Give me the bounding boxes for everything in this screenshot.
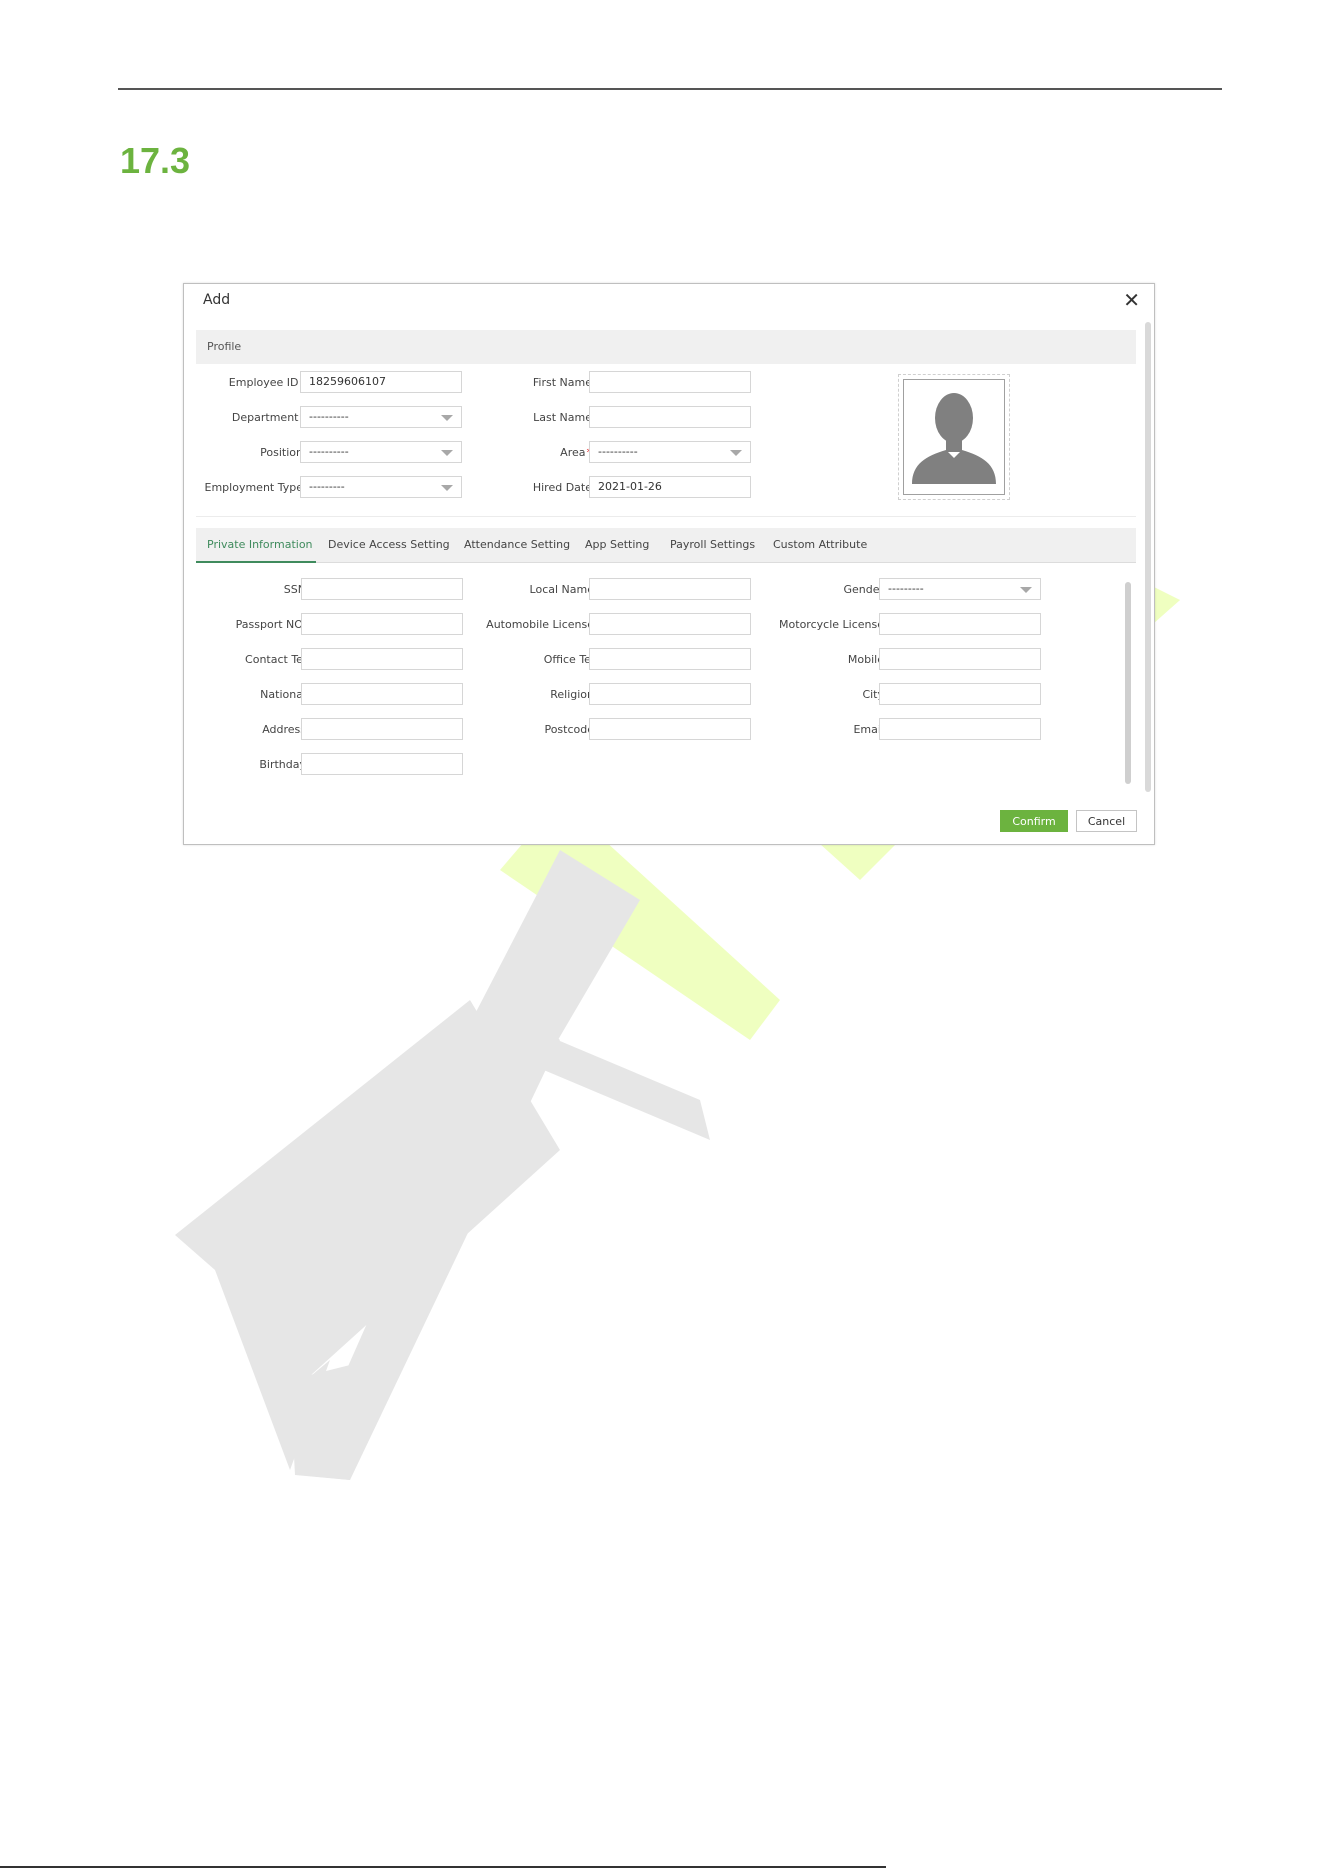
section-divider: [196, 516, 1136, 517]
footer-rule: [0, 1866, 886, 1868]
dialog-title: Add: [203, 292, 231, 308]
employment-type-label: Employment Type: [204, 481, 303, 494]
local-name-label: Local Name: [529, 583, 594, 596]
employee-id-label: Employee ID*: [229, 376, 305, 389]
dialog-scrollbar[interactable]: [1145, 322, 1151, 792]
address-label: Address: [262, 723, 306, 736]
photo-frame: [903, 379, 1005, 495]
confirm-button[interactable]: Confirm: [1000, 810, 1068, 832]
email-field[interactable]: [879, 718, 1041, 740]
dropdown-arrow-icon: [441, 415, 453, 421]
automobile-license-label: Automobile License: [486, 618, 594, 631]
hired-date-field[interactable]: 2021-01-26: [589, 476, 751, 498]
hired-date-label: Hired Date: [532, 481, 592, 494]
automobile-license-field[interactable]: [589, 613, 751, 635]
dropdown-arrow-icon: [1020, 587, 1032, 593]
tab-content-scrollbar[interactable]: [1125, 582, 1131, 784]
close-icon[interactable]: ✕: [1123, 290, 1140, 310]
employment-type-select[interactable]: ---------: [300, 476, 462, 498]
last-name-field[interactable]: [589, 406, 751, 428]
contact-tel-label: Contact Tel: [245, 653, 306, 666]
last-name-label: Last Name: [533, 411, 592, 424]
department-select[interactable]: ----------: [300, 406, 462, 428]
office-tel-label: Office Tel: [543, 653, 594, 666]
birthday-field[interactable]: [301, 753, 463, 775]
tab-custom-attribute[interactable]: Custom Attribute: [773, 538, 867, 551]
passport-label: Passport NO.: [235, 618, 306, 631]
gender-label: Gender: [843, 583, 884, 596]
active-tab-indicator: [196, 561, 316, 563]
local-name-field[interactable]: [589, 578, 751, 600]
religion-label: Religion: [550, 688, 594, 701]
section-number: 17.3: [120, 140, 191, 181]
office-tel-field[interactable]: [589, 648, 751, 670]
tab-private-information[interactable]: Private Information: [207, 538, 313, 551]
postcode-field[interactable]: [589, 718, 751, 740]
area-select[interactable]: ----------: [589, 441, 751, 463]
motorcycle-license-label: Motorcycle License: [779, 618, 884, 631]
ssn-field[interactable]: [301, 578, 463, 600]
national-label: National: [260, 688, 306, 701]
area-label: Area*: [560, 446, 592, 459]
dropdown-arrow-icon: [441, 450, 453, 456]
person-silhouette-icon: [912, 393, 996, 484]
city-field[interactable]: [879, 683, 1041, 705]
tab-bar: Private Information Device Access Settin…: [196, 528, 1136, 563]
dropdown-arrow-icon: [441, 485, 453, 491]
tab-app-setting[interactable]: App Setting: [585, 538, 649, 551]
birthday-label: Birthday: [259, 758, 306, 771]
passport-field[interactable]: [301, 613, 463, 635]
national-field[interactable]: [301, 683, 463, 705]
postcode-label: Postcode: [544, 723, 594, 736]
employee-id-field[interactable]: 18259606107: [300, 371, 462, 393]
dropdown-arrow-icon: [730, 450, 742, 456]
position-label: Position: [260, 446, 303, 459]
position-select[interactable]: ----------: [300, 441, 462, 463]
first-name-field[interactable]: [589, 371, 751, 393]
first-name-label: First Name: [532, 376, 592, 389]
zkteco-watermark: [175, 570, 1180, 1480]
tab-attendance-setting[interactable]: Attendance Setting: [464, 538, 570, 551]
cancel-button[interactable]: Cancel: [1076, 810, 1137, 832]
tab-device-access-setting[interactable]: Device Access Setting: [328, 538, 450, 551]
mobile-field[interactable]: [879, 648, 1041, 670]
profile-section-header: Profile: [196, 330, 1136, 364]
motorcycle-license-field[interactable]: [879, 613, 1041, 635]
religion-field[interactable]: [589, 683, 751, 705]
add-employee-dialog: Add ✕ Profile Employee ID* 18259606107 D…: [183, 283, 1155, 845]
profile-header-label: Profile: [207, 340, 242, 353]
department-label: Department*: [232, 411, 305, 424]
tab-payroll-settings[interactable]: Payroll Settings: [670, 538, 755, 551]
address-field[interactable]: [301, 718, 463, 740]
contact-tel-field[interactable]: [301, 648, 463, 670]
photo-upload[interactable]: [898, 374, 1010, 500]
gender-select[interactable]: ---------: [879, 578, 1041, 600]
header-rule: [118, 88, 1222, 90]
